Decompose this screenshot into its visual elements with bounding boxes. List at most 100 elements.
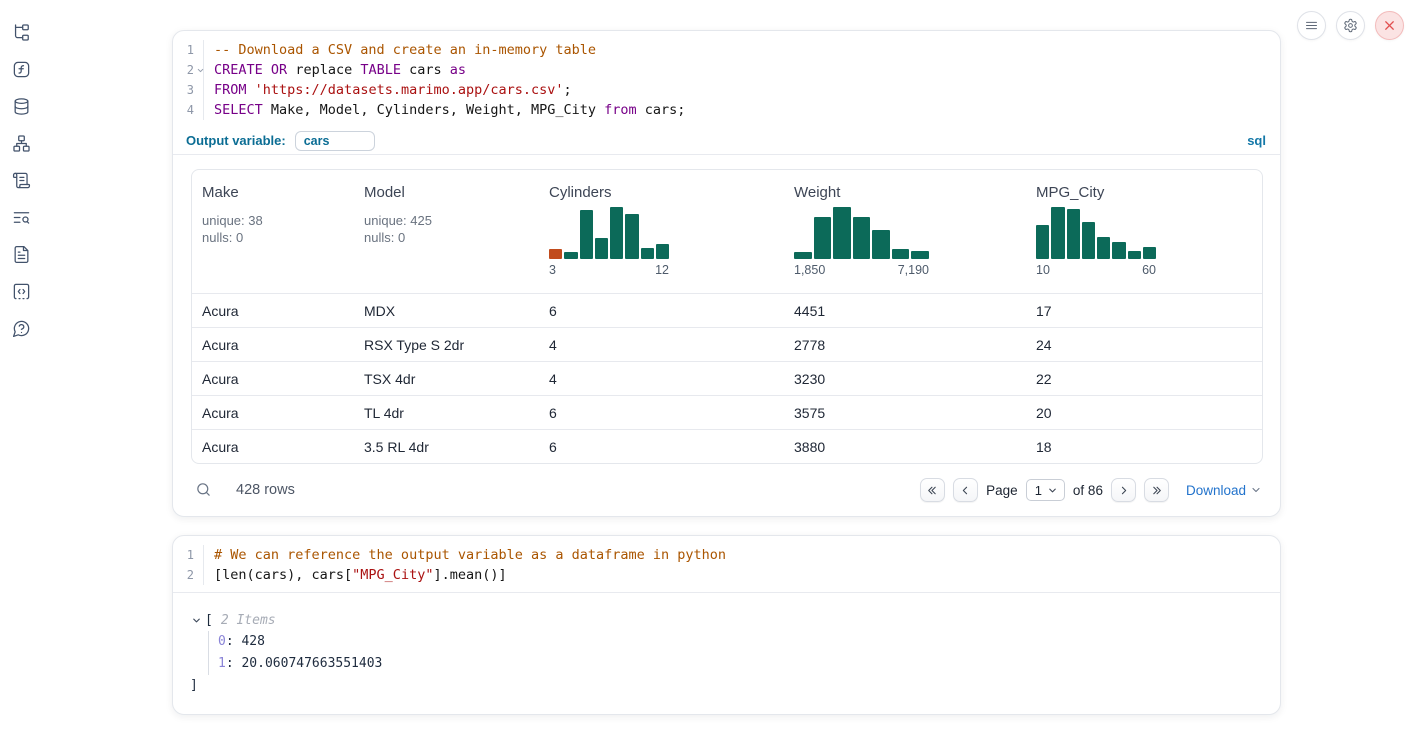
- column-header-weight[interactable]: Weight1,8507,190: [784, 184, 1026, 293]
- column-header-make[interactable]: Makeunique: 38nulls: 0: [192, 184, 354, 293]
- axis-max-label: 60: [1142, 263, 1156, 277]
- line-number: 2: [173, 60, 204, 80]
- column-header-mpg_city[interactable]: MPG_City1060: [1026, 184, 1262, 293]
- menu-icon: [1304, 18, 1319, 33]
- fold-toggle[interactable]: [196, 66, 205, 75]
- histogram-bar[interactable]: [911, 251, 929, 259]
- table-cell: 20: [1026, 405, 1262, 421]
- column-header-cylinders[interactable]: Cylinders312: [539, 184, 784, 293]
- page-total-label: of 86: [1073, 483, 1103, 498]
- table-cell: 3.5 RL 4dr: [354, 439, 539, 455]
- shutdown-button[interactable]: [1375, 11, 1404, 40]
- line-number: 2: [173, 565, 204, 585]
- axis-max-label: 7,190: [898, 263, 929, 277]
- code-line: 4SELECT Make, Model, Cylinders, Weight, …: [173, 100, 1280, 120]
- search-button[interactable]: [194, 481, 212, 499]
- table-cell: 18: [1026, 439, 1262, 455]
- histogram-bar[interactable]: [833, 207, 851, 259]
- output-variable-row: Output variable: sql: [173, 127, 1280, 155]
- histogram-bar[interactable]: [872, 230, 890, 259]
- histogram-bar[interactable]: [641, 248, 654, 259]
- histogram-bar[interactable]: [1067, 209, 1080, 259]
- column-header-model[interactable]: Modelunique: 425nulls: 0: [354, 184, 539, 293]
- sidebar-item-file-explorer[interactable]: [11, 22, 31, 42]
- table-row[interactable]: AcuraTL 4dr6357520: [192, 395, 1262, 429]
- histogram-bar[interactable]: [656, 244, 669, 259]
- table-cell: Acura: [192, 371, 354, 387]
- table-row[interactable]: Acura3.5 RL 4dr6388018: [192, 429, 1262, 463]
- sidebar-item-documentation[interactable]: [11, 244, 31, 264]
- file-tree-icon: [12, 23, 31, 42]
- output-variable-input[interactable]: [295, 131, 375, 151]
- settings-button[interactable]: [1336, 11, 1365, 40]
- chevron-down-icon: [1047, 485, 1058, 496]
- histogram-bar[interactable]: [853, 217, 871, 259]
- code-editor[interactable]: 1-- Download a CSV and create an in-memo…: [173, 31, 1280, 127]
- histogram-bar[interactable]: [1082, 222, 1095, 259]
- table-cell: 4: [539, 371, 784, 387]
- histogram-bar[interactable]: [1051, 207, 1064, 259]
- sidebar-item-scratchpad[interactable]: [11, 170, 31, 190]
- network-icon: [12, 134, 31, 153]
- menu-button[interactable]: [1297, 11, 1326, 40]
- column-title: MPG_City: [1036, 184, 1262, 201]
- table-cell: Acura: [192, 303, 354, 319]
- table-cell: 3880: [784, 439, 1026, 455]
- first-page-button[interactable]: [920, 478, 945, 502]
- database-icon: [12, 97, 31, 116]
- tree-entry-separator: :: [226, 656, 242, 671]
- page-select[interactable]: 1: [1026, 479, 1065, 501]
- table-row[interactable]: AcuraRSX Type S 2dr4277824: [192, 327, 1262, 361]
- axis-max-label: 12: [655, 263, 669, 277]
- last-page-button[interactable]: [1144, 478, 1169, 502]
- histogram-bar[interactable]: [549, 249, 562, 259]
- next-page-button[interactable]: [1111, 478, 1136, 502]
- histogram-bar[interactable]: [1036, 225, 1049, 259]
- table-cell: 3230: [784, 371, 1026, 387]
- histogram-bar[interactable]: [892, 249, 910, 259]
- table-cell: Acura: [192, 405, 354, 421]
- tree-entry-index: 0: [218, 634, 226, 649]
- histogram-bar[interactable]: [1112, 242, 1125, 259]
- table-row[interactable]: AcuraTSX 4dr4323022: [192, 361, 1262, 395]
- sidebar-item-dependency-graph[interactable]: [11, 133, 31, 153]
- histogram-bar[interactable]: [580, 210, 593, 259]
- previous-page-button[interactable]: [953, 478, 978, 502]
- column-histogram: [794, 207, 929, 259]
- chevron-left-icon: [959, 484, 972, 497]
- column-title: Make: [202, 184, 354, 201]
- items-count-label: 2 Items: [221, 613, 276, 628]
- code-editor[interactable]: 1# We can reference the output variable …: [173, 536, 1280, 592]
- table-cell: 4: [539, 337, 784, 353]
- sidebar-item-snippets[interactable]: [11, 281, 31, 301]
- download-button[interactable]: Download: [1186, 483, 1262, 498]
- histogram-bar[interactable]: [794, 252, 812, 259]
- histogram-bar[interactable]: [814, 217, 832, 259]
- tree-root-line: [ 2 Items: [173, 609, 1280, 631]
- python-cell: 1# We can reference the output variable …: [172, 535, 1281, 715]
- collapse-toggle[interactable]: [191, 615, 202, 626]
- histogram-bar[interactable]: [1143, 247, 1156, 259]
- table-output: Makeunique: 38nulls: 0Modelunique: 425nu…: [173, 155, 1280, 516]
- sidebar-item-variables[interactable]: [11, 59, 31, 79]
- histogram-bar[interactable]: [610, 207, 623, 259]
- sidebar: [0, 0, 46, 338]
- chevron-right-icon: [1117, 484, 1130, 497]
- unique-count: unique: 425: [364, 213, 539, 230]
- sidebar-item-help[interactable]: [11, 318, 31, 338]
- histogram-bar[interactable]: [595, 238, 608, 259]
- axis-min-label: 3: [549, 263, 556, 277]
- chevron-down-icon: [196, 66, 205, 75]
- sidebar-item-data-sources[interactable]: [11, 96, 31, 116]
- histogram-bar[interactable]: [564, 252, 577, 259]
- language-badge: sql: [1247, 133, 1266, 148]
- null-count: nulls: 0: [364, 230, 539, 247]
- histogram-bar[interactable]: [625, 214, 638, 259]
- sidebar-item-logs[interactable]: [11, 207, 31, 227]
- histogram-bar[interactable]: [1097, 237, 1110, 259]
- table-body: AcuraMDX6445117AcuraRSX Type S 2dr427782…: [192, 293, 1262, 463]
- table-row[interactable]: AcuraMDX6445117: [192, 293, 1262, 327]
- null-count: nulls: 0: [202, 230, 354, 247]
- settings-icon: [1343, 18, 1358, 33]
- histogram-bar[interactable]: [1128, 251, 1141, 259]
